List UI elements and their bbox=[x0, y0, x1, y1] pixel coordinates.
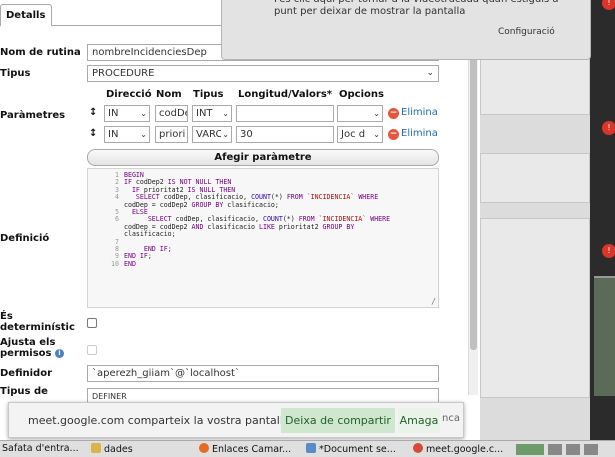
drag-handle-icon[interactable]: ↕ bbox=[89, 107, 97, 118]
param-header-type: Tipus bbox=[193, 89, 224, 100]
chevron-down-icon: ⌄ bbox=[139, 106, 147, 121]
info-icon[interactable]: i bbox=[54, 348, 64, 358]
taskbar-item-browser[interactable]: Enlaces Camar... bbox=[199, 443, 291, 455]
chevron-down-icon: ⌄ bbox=[139, 127, 147, 142]
chevron-down-icon: ⌄ bbox=[221, 106, 229, 121]
definer-input[interactable]: `aperezh_giiam`@`localhost` bbox=[87, 365, 439, 382]
adjust-perms-checkbox[interactable] bbox=[87, 345, 97, 355]
security-type-label: Tipus de bbox=[0, 386, 48, 397]
param-name-input[interactable]: priori bbox=[155, 126, 188, 143]
obscured-button-text: nca bbox=[442, 413, 460, 424]
background-panel bbox=[480, 55, 590, 440]
firefox-icon bbox=[199, 443, 209, 453]
code-line: clasificacio; bbox=[124, 230, 176, 239]
configuration-link[interactable]: Configuració bbox=[498, 27, 555, 37]
adjust-perms-label: Ajusta els permisos i bbox=[0, 337, 80, 359]
notification-message: Fes clic aquí per tornar a la videotruca… bbox=[274, 0, 559, 17]
hide-button[interactable]: Amaga bbox=[398, 408, 440, 433]
tray-indicator[interactable] bbox=[516, 444, 544, 455]
code-editor[interactable]: 1 BEGIN 2 IF codDep2 IS NOT NULL THEN 3 IF p… bbox=[87, 168, 439, 308]
folder-icon bbox=[91, 443, 101, 453]
tab-details[interactable]: Detalls bbox=[0, 4, 52, 26]
routine-dialog: Detalls Nom de rutina nombreIncidenciesD… bbox=[0, 0, 480, 440]
add-param-button[interactable]: Afegir paràmetre bbox=[87, 149, 439, 166]
param-length-input[interactable]: 30 bbox=[236, 126, 334, 143]
taskbar: Safata d'entra... dades Enlaces Camar...… bbox=[0, 440, 615, 457]
taskbar-item-label: *Document se... bbox=[319, 444, 396, 455]
param-name-input[interactable]: codDe bbox=[155, 105, 188, 122]
stop-sharing-button[interactable]: Deixa de compartir bbox=[281, 408, 395, 433]
line-number: 10 bbox=[111, 259, 119, 268]
param-direction-select[interactable]: IN ⌄ bbox=[104, 126, 150, 143]
resize-grip-icon[interactable]: ∕ bbox=[431, 297, 436, 305]
chevron-down-icon: ⌄ bbox=[221, 127, 229, 142]
taskbar-item-document[interactable]: *Document se... bbox=[306, 443, 396, 455]
line-number: 4 bbox=[115, 193, 119, 202]
type-select[interactable]: PROCEDURE ⌄ bbox=[87, 65, 439, 82]
background-box bbox=[480, 55, 590, 115]
line-number: 6 bbox=[115, 215, 119, 224]
taskbar-item-label: dades bbox=[104, 444, 133, 455]
tray-indicator[interactable] bbox=[584, 444, 598, 455]
alert-icon[interactable]: ! bbox=[602, 244, 615, 258]
param-header-name: Nom bbox=[156, 89, 182, 100]
code-line: END bbox=[124, 259, 136, 268]
video-thumbnail[interactable] bbox=[594, 276, 615, 396]
param-length-input[interactable] bbox=[236, 105, 334, 122]
deterministic-label: És determinístic bbox=[0, 311, 75, 333]
type-label: Tipus bbox=[0, 68, 31, 79]
tray-indicator[interactable] bbox=[548, 444, 562, 455]
background-box bbox=[480, 153, 590, 203]
deterministic-checkbox[interactable] bbox=[87, 318, 97, 328]
alert-icon[interactable]: ! bbox=[602, 121, 615, 135]
dialog-scrollbar[interactable] bbox=[468, 40, 478, 395]
share-notification[interactable]: Fes clic aquí per tornar a la videotruca… bbox=[221, 0, 591, 60]
delete-icon[interactable]: − bbox=[388, 129, 399, 140]
routine-name-label: Nom de rutina bbox=[0, 47, 81, 58]
delete-param-link[interactable]: Elimina bbox=[401, 128, 438, 139]
param-header-direction: Direcció bbox=[106, 89, 152, 100]
delete-param-link[interactable]: Elimina bbox=[401, 107, 438, 118]
tray-indicator[interactable] bbox=[566, 444, 580, 455]
param-header-length: Longitud/Valors* bbox=[238, 89, 333, 100]
chevron-down-icon: ⌄ bbox=[372, 106, 380, 121]
scrollbar-thumb[interactable] bbox=[470, 50, 477, 350]
chevron-down-icon: ⌄ bbox=[426, 68, 434, 78]
param-type-select[interactable]: VARC ⌄ bbox=[192, 126, 232, 143]
param-options-select[interactable]: ⌄ bbox=[337, 105, 383, 122]
param-header-options: Opcions bbox=[339, 89, 384, 100]
param-direction-select[interactable]: IN ⌄ bbox=[104, 105, 150, 122]
taskbar-item-label: Safata d'entra... bbox=[2, 443, 79, 454]
document-icon bbox=[306, 443, 316, 453]
alert-icon[interactable]: ! bbox=[602, 0, 615, 10]
drag-handle-icon[interactable]: ↕ bbox=[89, 128, 97, 139]
taskbar-item-mail[interactable]: Safata d'entra... bbox=[2, 443, 79, 454]
screen-share-bar: meet.google.com comparteix la vostra pan… bbox=[8, 402, 464, 438]
definer-label: Definidor bbox=[0, 368, 53, 379]
background-box bbox=[480, 218, 590, 398]
chrome-icon bbox=[413, 443, 423, 453]
taskbar-item-label: Enlaces Camar... bbox=[212, 444, 292, 455]
taskbar-item-meet[interactable]: meet.google.c... bbox=[413, 443, 503, 455]
chevron-down-icon: ⌄ bbox=[372, 127, 380, 142]
taskbar-item-label: meet.google.c... bbox=[426, 444, 504, 455]
delete-icon[interactable]: − bbox=[388, 108, 399, 119]
type-value: PROCEDURE bbox=[92, 68, 155, 79]
param-options-select[interactable]: Joc d ⌄ bbox=[337, 126, 383, 143]
share-message: meet.google.com comparteix la vostra pan… bbox=[28, 414, 294, 427]
params-label: Paràmetres bbox=[0, 110, 66, 121]
taskbar-item-folder[interactable]: dades bbox=[91, 443, 133, 455]
param-type-select[interactable]: INT ⌄ bbox=[192, 105, 232, 122]
definition-label: Definició bbox=[0, 233, 50, 244]
